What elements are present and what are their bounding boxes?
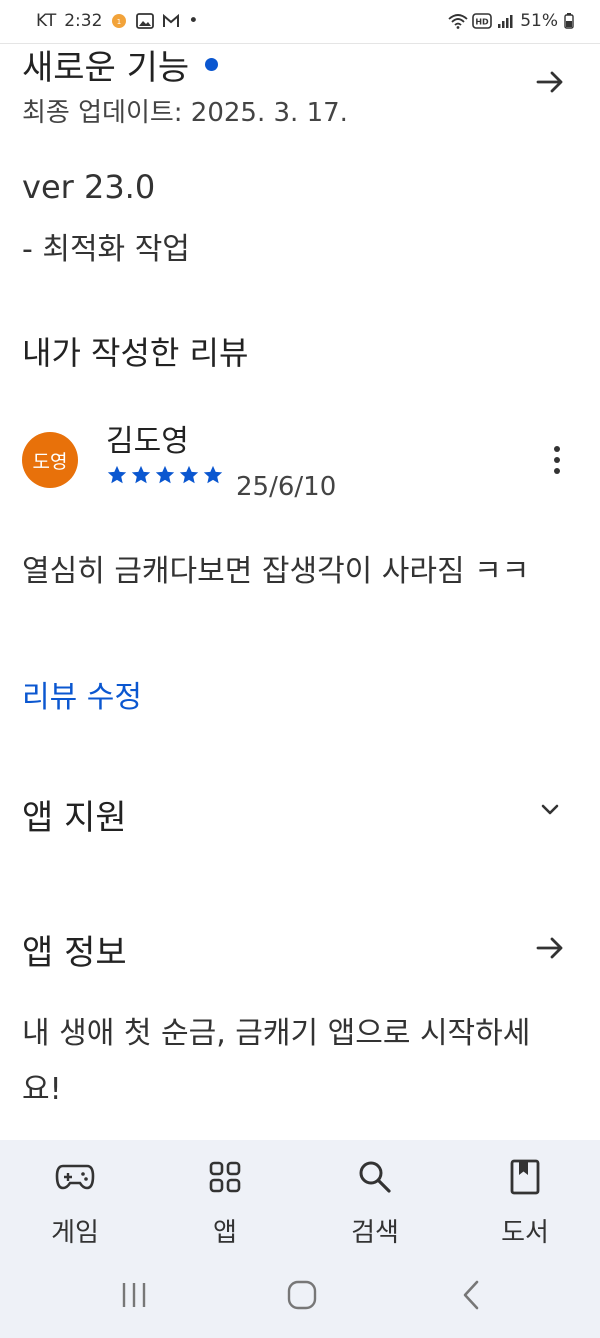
arrow-right-icon xyxy=(536,71,563,93)
review-date: 25/6/10 xyxy=(236,472,337,502)
home-button[interactable] xyxy=(272,1270,332,1320)
reviewer-name: 김도영 xyxy=(106,424,189,459)
clock: 2:32 xyxy=(64,11,103,31)
nav-label-books: 도서 xyxy=(501,1218,549,1248)
star-rating xyxy=(106,464,224,486)
nav-label-apps: 앱 xyxy=(213,1218,237,1248)
svg-text:HD: HD xyxy=(476,18,490,27)
back-icon xyxy=(463,1280,479,1310)
star-icon xyxy=(131,465,151,484)
last-updated-text: 최종 업데이트: 2025. 3. 17. xyxy=(22,98,348,128)
version-text: ver 23.0 xyxy=(22,168,156,206)
nav-tab-books[interactable]: 도서 xyxy=(470,1152,580,1262)
nav-tab-apps[interactable]: 앱 xyxy=(170,1152,280,1262)
hd-voice-icon: HD xyxy=(472,13,493,29)
battery-icon xyxy=(564,13,574,29)
app-description: 내 생애 첫 순금, 금캐기 앱으로 시작하세요! xyxy=(22,1016,531,1107)
carrier-label: KT xyxy=(36,11,57,31)
recent-apps-icon xyxy=(122,1283,146,1307)
bottom-navigation: 게임 앱 검색 도서 xyxy=(0,1140,600,1338)
whats-new-arrow-button[interactable] xyxy=(530,62,570,102)
whats-new-header[interactable]: 새로운 기능 xyxy=(22,40,219,89)
kebab-dot xyxy=(554,468,560,474)
search-icon xyxy=(358,1152,392,1202)
nav-tab-games[interactable]: 게임 xyxy=(20,1152,130,1262)
nav-label-games: 게임 xyxy=(51,1218,99,1248)
kebab-dot xyxy=(554,457,560,463)
more-notifications-dot: • xyxy=(188,11,199,31)
recent-apps-button[interactable] xyxy=(104,1270,164,1320)
new-indicator-dot xyxy=(205,58,219,71)
arrow-right-icon xyxy=(536,937,563,959)
gallery-icon xyxy=(136,13,155,29)
wifi-icon xyxy=(448,13,468,29)
gamepad-icon xyxy=(55,1152,95,1202)
review-body: 열심히 금캐다보면 잡생각이 사라짐 ㅋㅋ xyxy=(22,554,530,589)
app-info-arrow-button[interactable] xyxy=(530,928,570,968)
avatar: 도영 xyxy=(22,432,78,488)
nav-label-search: 검색 xyxy=(351,1218,399,1248)
star-icon xyxy=(179,465,199,484)
star-icon xyxy=(107,465,127,484)
edit-review-link[interactable]: 리뷰 수정 xyxy=(22,672,142,716)
battery-percent: 51% xyxy=(520,11,558,31)
app-info-title[interactable]: 앱 정보 xyxy=(22,925,127,974)
kebab-dot xyxy=(554,446,560,452)
back-button[interactable] xyxy=(442,1270,502,1320)
book-icon xyxy=(510,1152,540,1202)
svg-text:1: 1 xyxy=(117,18,121,26)
star-icon xyxy=(155,465,175,484)
signal-icon xyxy=(496,13,514,29)
system-navigation-bar xyxy=(0,1270,600,1320)
notification-app-icon: 1 xyxy=(110,13,128,29)
home-icon xyxy=(287,1280,317,1310)
nav-tab-search[interactable]: 검색 xyxy=(320,1152,430,1262)
review-more-options-button[interactable] xyxy=(542,440,572,480)
status-bar: KT 2:32 1 • HD 51% xyxy=(0,0,600,42)
avatar-initials: 도영 xyxy=(32,450,68,473)
chevron-down-icon xyxy=(541,804,559,815)
release-notes-text: - 최적화 작업 xyxy=(22,232,190,267)
app-support-expand-button[interactable] xyxy=(532,792,568,828)
star-icon xyxy=(203,465,223,484)
gmail-icon xyxy=(162,13,180,29)
whats-new-title: 새로운 기능 xyxy=(22,48,190,88)
my-review-title: 내가 작성한 리뷰 xyxy=(22,334,249,372)
apps-grid-icon xyxy=(209,1152,241,1202)
app-support-title[interactable]: 앱 지원 xyxy=(22,790,127,839)
